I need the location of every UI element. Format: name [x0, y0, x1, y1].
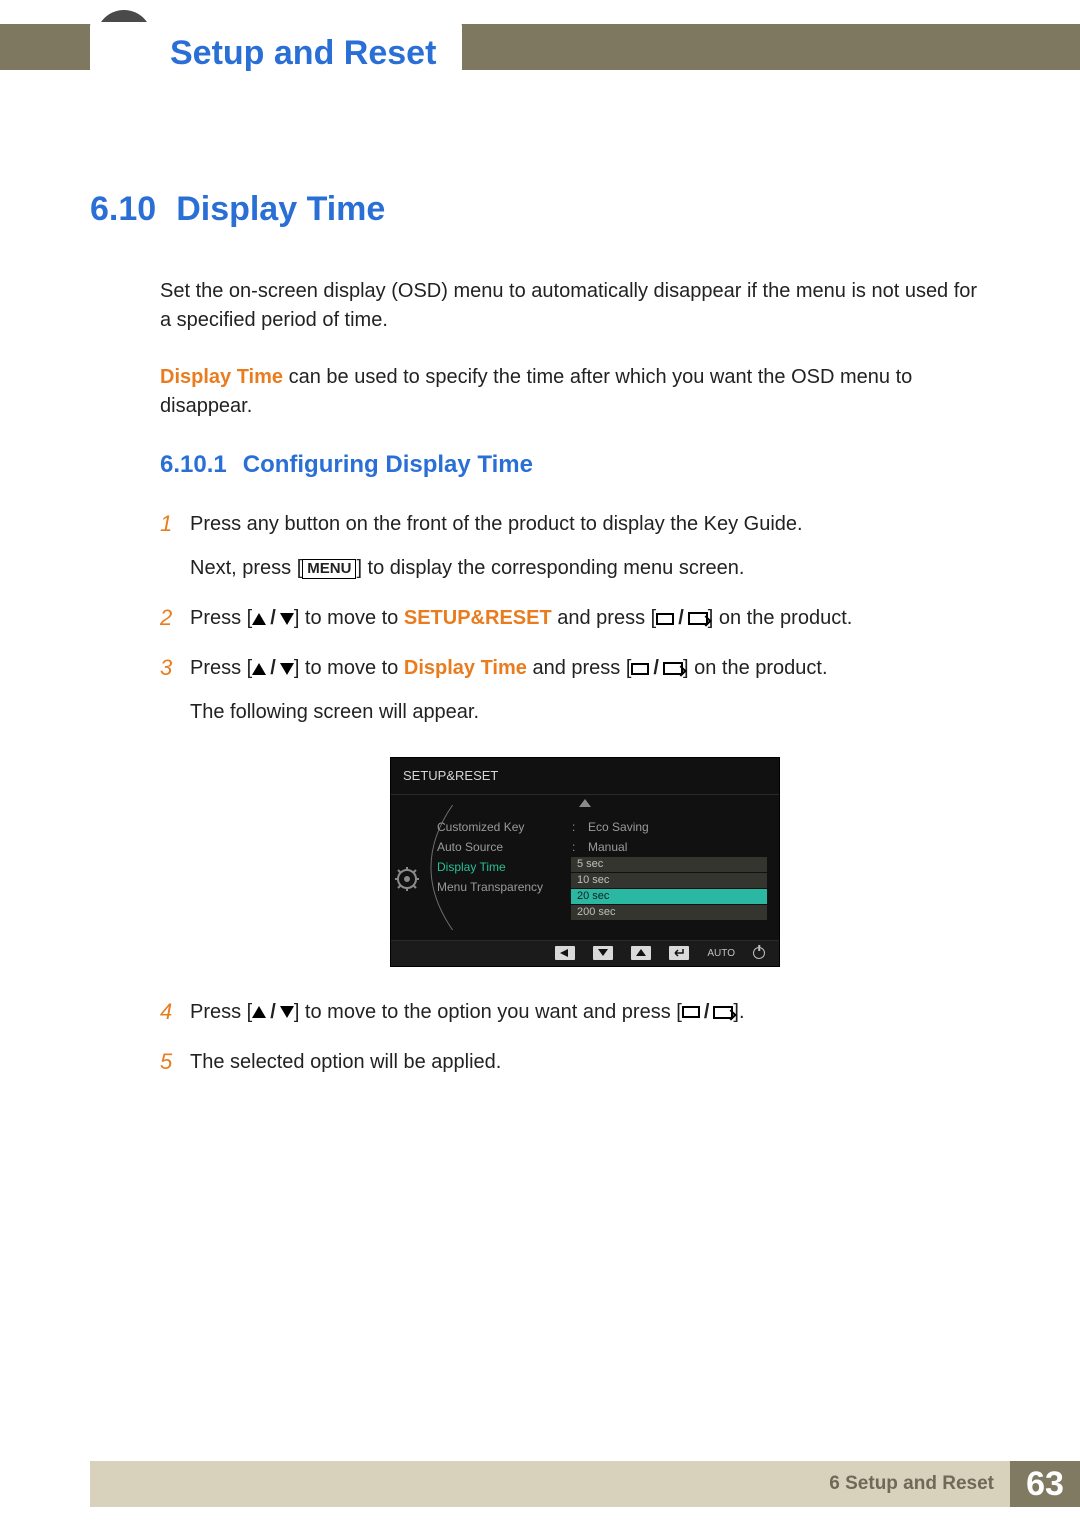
step-5-text: The selected option will be applied.	[190, 1051, 501, 1073]
osd-bottom-bar: AUTO	[391, 940, 779, 966]
enter-icon	[663, 662, 683, 675]
osd-label: Customized Key	[437, 818, 562, 836]
osd-row-auto-source: Auto Source: Manual	[437, 837, 769, 857]
step-3: 3 Press [ / ] to move to Display Time and …	[160, 653, 990, 967]
intro-paragraph-2: Display Time can be used to specify the …	[160, 363, 990, 421]
txt: ] on the product.	[708, 607, 853, 629]
osd-nav-enter-icon	[669, 946, 689, 960]
step-number: 5	[160, 1045, 172, 1078]
txt: Press [	[190, 607, 252, 629]
osd-nav-down-icon	[593, 946, 613, 960]
footer-chapter: 6 Setup and Reset	[829, 1473, 994, 1495]
osd-title: SETUP&RESET	[391, 758, 779, 795]
display-time-term: Display Time	[404, 657, 527, 679]
txt: Press [	[190, 1001, 252, 1023]
osd-option: 5 sec	[571, 857, 767, 873]
osd-body: Customized Key: Eco Saving Auto Source: …	[391, 795, 779, 940]
txt: ].	[733, 1001, 744, 1023]
osd-option: 10 sec	[571, 873, 767, 889]
osd-row-customized-key: Customized Key: Eco Saving	[437, 817, 769, 837]
osd-dropdown: 5 sec 10 sec 20 sec 200 sec	[571, 857, 767, 921]
osd-value: Manual	[588, 838, 627, 856]
step-4: 4 Press [ / ] to move to the option you wa…	[160, 997, 990, 1027]
display-time-term: Display Time	[160, 366, 283, 388]
step-5: 5 The selected option will be applied.	[160, 1047, 990, 1077]
menu-key-icon: MENU	[302, 559, 356, 579]
footer-bar: 6 Setup and Reset	[90, 1461, 1010, 1507]
osd-label: Menu Transparency	[437, 878, 562, 896]
subsection-heading: 6.10.1 Configuring Display Time	[160, 451, 990, 479]
txt: ] on the product.	[683, 657, 828, 679]
step-number: 4	[160, 995, 172, 1028]
osd-option-selected: 20 sec	[571, 889, 767, 905]
step-2: 2 Press [ / ] to move to SETUP&RESET and p…	[160, 603, 990, 633]
intro-paragraph: Set the on-screen display (OSD) menu to …	[160, 277, 990, 335]
triangle-down-icon	[280, 1006, 294, 1018]
txt: and press [	[527, 657, 632, 679]
txt: ] to move to the option you want and pre…	[294, 1001, 682, 1023]
steps-list: 1 Press any button on the front of the p…	[160, 509, 990, 1077]
osd-auto-label: AUTO	[707, 946, 735, 961]
txt: and press [	[552, 607, 657, 629]
step-number: 1	[160, 507, 172, 540]
source-icon	[682, 1006, 700, 1018]
slash: /	[266, 607, 280, 629]
subsection-number: 6.10.1	[160, 451, 227, 479]
source-icon	[631, 663, 649, 675]
step-1: 1 Press any button on the front of the p…	[160, 509, 990, 583]
chapter-title-tab: Setup and Reset	[90, 22, 462, 70]
source-icon	[656, 613, 674, 625]
chapter-title: Setup and Reset	[170, 34, 436, 72]
osd-value: Eco Saving	[588, 818, 649, 836]
slash: /	[266, 1001, 280, 1023]
power-icon	[753, 947, 765, 959]
page-footer: 6 Setup and Reset 63	[90, 1461, 1080, 1507]
osd-panel: SETUP&RESET Customized Key:	[390, 757, 780, 967]
txt: Press [	[190, 657, 252, 679]
step-1-line2: Next, press [MENU] to display the corres…	[190, 553, 990, 583]
triangle-down-icon	[280, 613, 294, 625]
txt: ] to display the corresponding menu scre…	[356, 557, 744, 579]
osd-label: Auto Source	[437, 838, 562, 856]
osd-nav-up-icon	[631, 946, 651, 960]
osd-label: Display Time	[437, 858, 562, 876]
txt: ] to move to	[294, 607, 404, 629]
subsection-title: Configuring Display Time	[243, 451, 533, 479]
triangle-up-icon	[252, 613, 266, 625]
slash: /	[266, 657, 280, 679]
step-number: 3	[160, 651, 172, 684]
slash: /	[700, 1001, 714, 1023]
section-number: 6.10	[90, 190, 156, 229]
gear-icon	[395, 867, 419, 891]
txt: ] to move to	[294, 657, 404, 679]
page-number: 63	[1010, 1461, 1080, 1507]
slash: /	[674, 607, 688, 629]
section-title: Display Time	[176, 190, 385, 229]
slash: /	[649, 657, 663, 679]
setup-reset-term: SETUP&RESET	[404, 607, 552, 629]
triangle-down-icon	[280, 663, 294, 675]
triangle-up-icon	[252, 663, 266, 675]
enter-icon	[713, 1006, 733, 1019]
step-number: 2	[160, 601, 172, 634]
osd-screenshot: SETUP&RESET Customized Key:	[390, 757, 990, 967]
section-heading: 6.10 Display Time	[90, 190, 990, 229]
step-1-text: Press any button on the front of the pro…	[190, 513, 803, 535]
step-3-line2: The following screen will appear.	[190, 697, 990, 727]
enter-icon	[688, 612, 708, 625]
scroll-up-icon	[579, 799, 591, 807]
txt: Next, press [	[190, 557, 302, 579]
triangle-up-icon	[252, 1006, 266, 1018]
osd-nav-left-icon	[555, 946, 575, 960]
osd-option: 200 sec	[571, 905, 767, 921]
